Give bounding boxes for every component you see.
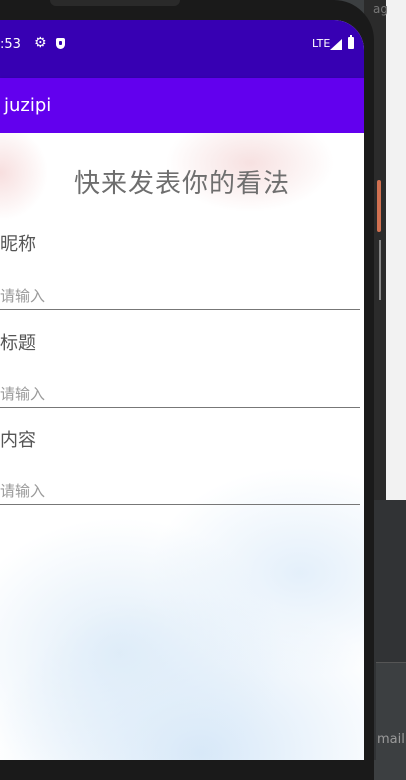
title-input[interactable] (0, 381, 360, 408)
status-time: :53 (0, 37, 21, 52)
shield-icon (56, 38, 65, 49)
gear-icon: ⚙ (34, 35, 47, 51)
content-input[interactable] (0, 478, 360, 505)
network-type: LTE (312, 37, 331, 50)
comment-form: 快来发表你的看法 昵称 标题 内容 (0, 133, 364, 760)
ide-top-label: ag (373, 2, 388, 16)
ide-scroll-marker (377, 180, 381, 232)
page-title: 快来发表你的看法 (73, 169, 290, 199)
app-title: juzipi (4, 95, 52, 116)
status-bar: :53 ⚙ LTE (0, 20, 364, 78)
ide-scrollbar[interactable] (379, 240, 381, 300)
ide-bottom-panel (376, 692, 406, 760)
battery-icon (348, 35, 354, 49)
content-label: 内容 (0, 430, 36, 451)
ide-tool-strip (376, 662, 406, 693)
title-label: 标题 (0, 333, 36, 354)
nickname-input[interactable] (0, 283, 360, 310)
ide-file-label[interactable]: mail (377, 732, 405, 747)
nickname-label: 昵称 (0, 234, 36, 255)
phone-screen: :53 ⚙ LTE juzipi 快来发表你的看法 昵称 标题 内容 (0, 20, 364, 760)
app-bar: juzipi (0, 78, 364, 133)
phone-speaker (50, 0, 180, 6)
signal-icon (330, 39, 342, 50)
